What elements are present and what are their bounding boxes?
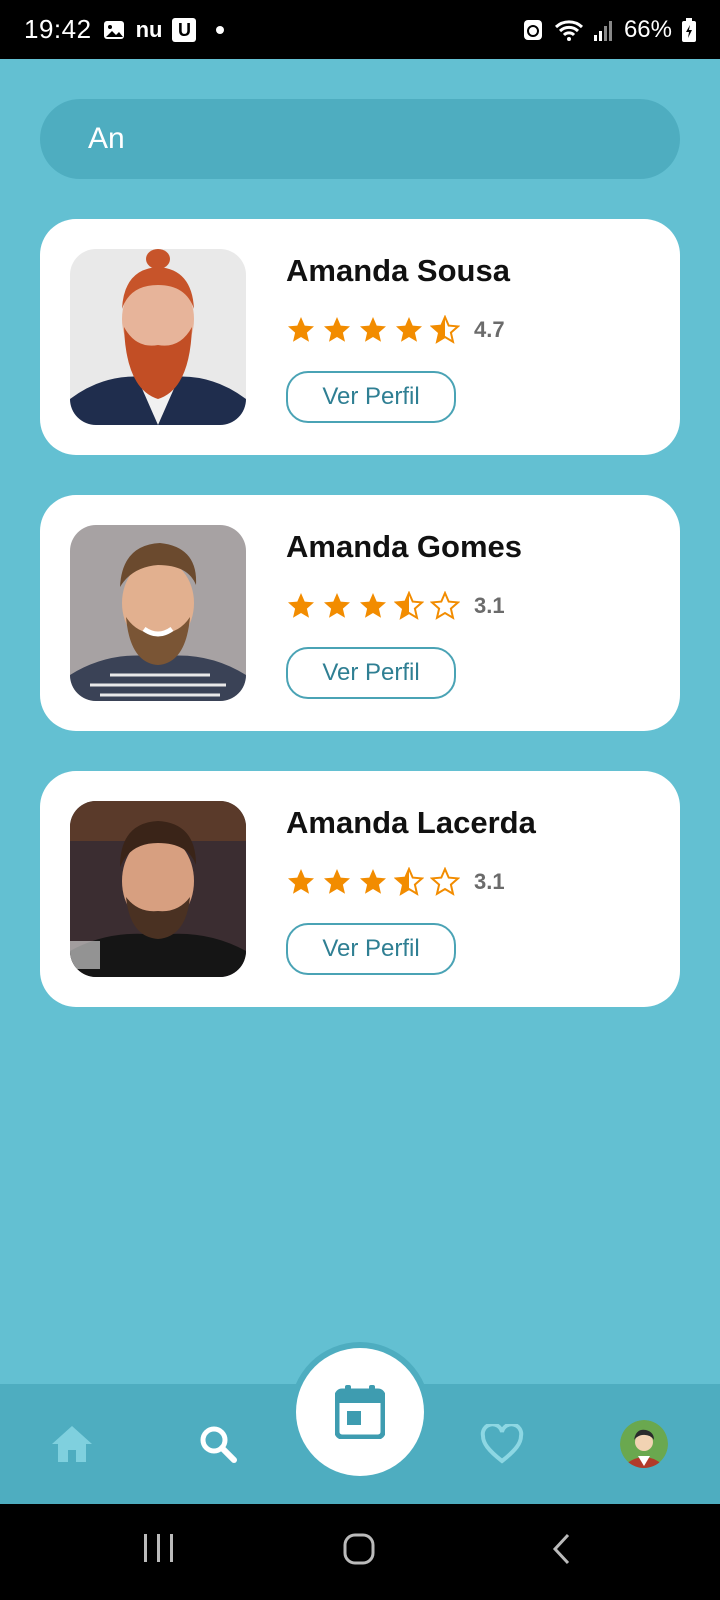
star-half-icon (394, 867, 424, 896)
profile-photo (70, 801, 246, 977)
star-full-icon (288, 317, 314, 342)
star-full-icon (324, 317, 350, 342)
profile-avatar-icon (620, 1420, 668, 1468)
view-profile-button[interactable]: Ver Perfil (286, 923, 456, 975)
gallery-icon (102, 18, 126, 42)
star-full-icon (288, 593, 314, 618)
profile-photo (70, 249, 246, 425)
rating: 4.7 (286, 315, 505, 345)
battery-icon (682, 17, 696, 42)
view-profile-button[interactable]: Ver Perfil (286, 647, 456, 699)
rating-value: 4.7 (474, 317, 505, 342)
view-profile-button[interactable]: Ver Perfil (286, 371, 456, 423)
result-name: Amanda Sousa (286, 253, 510, 288)
home-system-button[interactable] (342, 1532, 376, 1566)
star-full-icon (360, 593, 386, 618)
search-icon (200, 1426, 237, 1463)
rating: 3.1 (286, 867, 505, 897)
result-name: Amanda Lacerda (286, 805, 536, 840)
nav-home[interactable] (42, 1414, 102, 1474)
star-full-icon (360, 317, 386, 342)
signal-icon (593, 19, 614, 41)
heart-icon (480, 1424, 524, 1464)
star-empty-icon (430, 867, 460, 896)
star-full-icon (324, 593, 350, 618)
notification-dot-icon (216, 25, 225, 34)
home-icon (52, 1426, 92, 1462)
star-rating (286, 315, 460, 345)
nav-favorites[interactable] (472, 1414, 532, 1474)
star-empty-icon (430, 591, 460, 620)
result-card: Amanda Lacerda 3.1 Ver Perfil (40, 771, 680, 1007)
schedule-button[interactable] (296, 1348, 424, 1476)
home-circle-icon (343, 1533, 375, 1565)
rating: 3.1 (286, 591, 505, 621)
search-input[interactable]: An (40, 99, 680, 179)
result-card: Amanda Gomes 3.1 Ver Perfil (40, 495, 680, 731)
recent-apps-button[interactable] (142, 1532, 176, 1564)
rating-value: 3.1 (474, 869, 505, 894)
status-bar: 19:42 nu U 66% (0, 0, 720, 59)
u-notification-icon: U (172, 17, 197, 42)
star-rating (286, 591, 460, 621)
star-full-icon (360, 869, 386, 894)
back-button[interactable] (550, 1532, 574, 1566)
calendar-icon (335, 1385, 385, 1439)
star-rating (286, 867, 460, 897)
star-full-icon (288, 869, 314, 894)
star-half-icon (430, 315, 460, 344)
app-screen: 19:42 nu U 66% An Amanda Sousa 4.7 Ver P… (0, 0, 720, 1600)
nav-search[interactable] (188, 1414, 248, 1474)
search-input-value: An (88, 122, 125, 155)
star-half-icon (394, 591, 424, 620)
nubank-icon: nu (135, 16, 163, 42)
rating-value: 3.1 (474, 593, 505, 618)
status-time: 19:42 (24, 14, 92, 44)
wifi-icon (554, 18, 584, 42)
status-left: 19:42 nu U (24, 14, 225, 45)
status-right: 66% (522, 16, 696, 44)
recent-apps-icon (144, 1534, 173, 1562)
star-full-icon (396, 317, 422, 342)
alarm-icon (522, 18, 544, 42)
result-card: Amanda Sousa 4.7 Ver Perfil (40, 219, 680, 455)
battery-percent: 66% (623, 15, 672, 43)
nav-profile[interactable] (614, 1414, 674, 1474)
result-name: Amanda Gomes (286, 529, 523, 564)
profile-photo (70, 525, 246, 701)
star-full-icon (324, 869, 350, 894)
back-icon (552, 1533, 570, 1565)
system-nav-bar (0, 1504, 720, 1600)
